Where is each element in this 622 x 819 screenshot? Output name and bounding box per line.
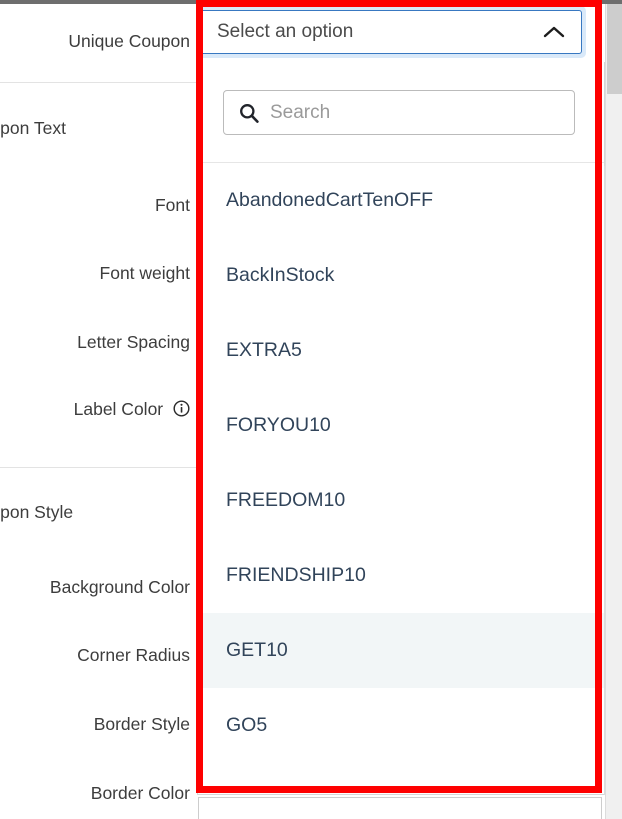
label-border-color: Border Color [0,782,190,804]
search-field[interactable] [223,90,575,135]
option-label: GO5 [226,714,268,736]
section-header-text: Coupon Text [0,118,66,138]
list-item[interactable]: EXTRA5 [198,313,604,388]
select-value: Select an option [217,21,354,42]
label-letter-spacing: Letter Spacing [0,331,190,353]
label-text: Border Color [90,783,190,803]
search-input[interactable] [270,101,564,124]
unique-coupon-select-focus-ring: Select an option [196,6,586,58]
option-label: AbandonedCartTenOFF [226,189,434,211]
dropdown-option-list[interactable]: AbandonedCartTenOFF BackInStock EXTRA5 F… [198,163,604,794]
label-text: Unique Coupon [68,31,190,51]
label-background-color: Background Color [0,576,190,598]
label-font-weight: Font weight [0,262,190,284]
screenshot-root: Unique Coupon Coupon Text Font Font weig… [0,0,622,819]
list-item[interactable]: GO5 [198,688,604,763]
label-text: Letter Spacing [77,332,190,352]
option-label: FRIENDSHIP10 [226,564,366,586]
list-item[interactable]: BackInStock [198,238,604,313]
next-field-stub[interactable] [198,797,602,819]
option-label: FORYOU10 [226,414,331,436]
list-item[interactable]: AbandonedCartTenOFF [198,163,604,238]
panel-divider-1 [0,82,196,83]
info-icon[interactable] [173,400,190,417]
option-label: BackInStock [226,264,335,286]
page-scrollbar[interactable] [605,4,622,819]
list-item[interactable]: FORYOU10 [198,388,604,463]
panel-divider-2 [0,467,196,468]
option-label: EXTRA5 [226,339,302,361]
label-font: Font [0,194,190,216]
settings-panel: Unique Coupon Coupon Text Font Font weig… [0,4,200,819]
section-header-text: Coupon Style [0,502,74,522]
label-text: Border Style [93,714,190,734]
list-item[interactable]: GET10 [198,613,604,688]
label-text: Font weight [99,263,190,283]
section-header-coupon-style: Coupon Style [0,501,190,523]
label-text: Font [154,195,190,215]
option-label: GET10 [226,639,288,661]
page-scrollbar-thumb[interactable] [607,4,622,94]
unique-coupon-dropdown: AbandonedCartTenOFF BackInStock EXTRA5 F… [197,62,605,795]
search-icon [238,102,260,124]
dropdown-search-area [198,62,604,163]
list-item[interactable]: FREEDOM10 [198,463,604,538]
section-header-coupon-text: Coupon Text [0,117,190,139]
label-unique-coupon: Unique Coupon [0,30,190,52]
label-corner-radius: Corner Radius [0,644,190,666]
unique-coupon-select[interactable]: Select an option [200,10,582,54]
label-text: Label Color [73,399,164,419]
label-text: Corner Radius [77,645,190,665]
option-label: FREEDOM10 [226,489,346,511]
label-text: Background Color [49,577,190,597]
label-label-color: Label Color [0,398,190,420]
chevron-up-icon[interactable] [543,25,565,39]
list-item[interactable]: FRIENDSHIP10 [198,538,604,613]
label-border-style: Border Style [0,713,190,735]
